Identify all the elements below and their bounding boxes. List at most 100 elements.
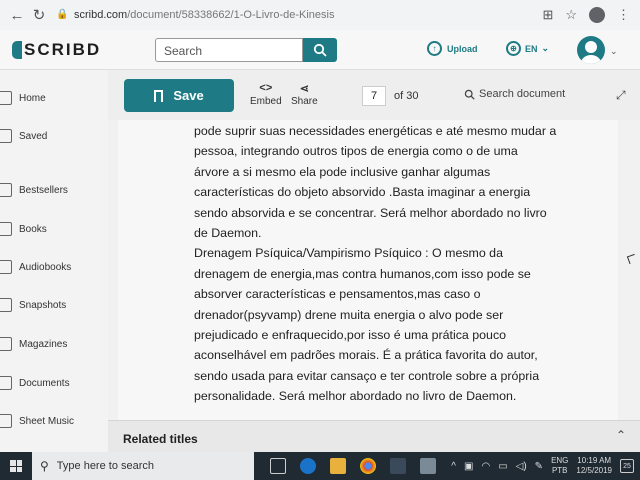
sidebar-item-sheet-music[interactable]: Sheet Music — [0, 411, 108, 431]
upload-arrow-icon: ↑ — [427, 41, 442, 56]
windows-logo-icon — [10, 460, 22, 472]
taskbar-search-input[interactable]: ⚲ Type here to search — [32, 452, 254, 480]
back-arrow-icon[interactable]: ← — [8, 6, 26, 24]
sidebar-item-label: Bestsellers — [19, 184, 68, 196]
pen-icon[interactable]: ✎ — [535, 461, 543, 472]
headphones-icon — [0, 260, 12, 274]
text-line: personalidade. Será melhor abordado no l… — [194, 389, 517, 404]
sidebar-item-label: Saved — [19, 130, 48, 142]
chevron-up-icon[interactable]: ⌃ — [616, 428, 626, 442]
sidebar-item-label: Magazines — [19, 338, 68, 350]
browser-toolbar: ← ↻ 🔒 scribd.com /document/58338662/1-O-… — [0, 0, 640, 30]
sidebar-item-snapshots[interactable]: Snapshots — [0, 295, 108, 315]
text-line: pessoa, integrando outros tipos de energ… — [194, 144, 518, 159]
embed-button[interactable]: <> Embed — [250, 82, 282, 107]
bookmark-star-icon[interactable]: ☆ — [565, 7, 577, 23]
language-label: EN — [525, 43, 538, 54]
browser-profile-icon[interactable] — [589, 7, 605, 23]
logo-text: SCRIBD — [24, 40, 102, 59]
sidebar-item-documents[interactable]: Documents — [0, 373, 108, 393]
file-explorer-icon[interactable] — [330, 458, 346, 474]
lang-top: ENG — [551, 456, 569, 465]
saved-icon — [0, 129, 12, 143]
text-line: pode suprir suas necessidades energética… — [194, 124, 557, 138]
system-tray: ^ ▣ ◠ ▭ ◁) ✎ ENG PTB 10:19 AM 12/5/2019 … — [451, 456, 640, 476]
edge-browser-icon[interactable] — [300, 458, 316, 474]
bestsellers-icon — [0, 183, 12, 197]
magazine-icon — [0, 337, 12, 351]
page-total: of 30 — [394, 90, 419, 102]
url-host: scribd.com — [74, 9, 128, 21]
text-line: drenagem de energia,mas contra humanos,c… — [194, 266, 531, 281]
wifi-icon[interactable]: ◠ — [481, 461, 490, 472]
reload-icon[interactable]: ↻ — [30, 6, 48, 24]
user-avatar[interactable] — [577, 36, 605, 64]
related-titles-bar[interactable]: Related titles ⌃ — [108, 420, 640, 452]
chevron-up-icon[interactable]: ^ — [451, 461, 456, 472]
address-bar[interactable]: 🔒 scribd.com /document/58338662/1-O-Livr… — [56, 4, 542, 26]
share-button[interactable]: ⋖ Share — [291, 82, 318, 107]
clock-time: 10:19 AM — [577, 456, 612, 465]
page-number-input[interactable]: 7 — [362, 86, 386, 106]
site-search-button[interactable] — [303, 38, 337, 62]
translate-icon[interactable]: ⊞ — [542, 7, 553, 23]
site-search-input[interactable]: Search — [155, 38, 303, 62]
share-icon: ⋖ — [299, 83, 309, 95]
text-line: sendo absorvida e se concentrar. Será me… — [194, 205, 547, 220]
document-page: pode suprir suas necessidades energética… — [118, 120, 618, 420]
fullscreen-icon[interactable]: ⤢ — [616, 88, 626, 103]
sidebar-item-magazines[interactable]: Magazines — [0, 334, 108, 354]
chrome-icon[interactable] — [360, 458, 376, 474]
sidebar-item-home[interactable]: Home — [0, 88, 108, 108]
sidebar-item-label: Books — [19, 223, 47, 235]
code-brackets-icon: <> — [259, 82, 273, 94]
taskbar-clock[interactable]: 10:19 AM 12/5/2019 — [576, 456, 612, 476]
sidebar-item-books[interactable]: Books — [0, 219, 108, 239]
app-icon[interactable] — [390, 458, 406, 474]
app-icon[interactable] — [420, 458, 436, 474]
notification-count: 25 — [623, 462, 631, 470]
text-line: sendo usada para evitar cansaço e ter co… — [194, 368, 540, 383]
sidebar-item-audiobooks[interactable]: Audiobooks — [0, 257, 108, 277]
search-icon: ⚲ — [40, 459, 49, 473]
scribd-logo[interactable]: SCRIBD — [12, 40, 101, 60]
sidebar-item-label: Sheet Music — [19, 415, 75, 427]
battery-icon[interactable]: ▭ — [498, 461, 507, 472]
taskbar-search-placeholder: Type here to search — [56, 460, 155, 472]
volume-icon[interactable]: ◁) — [516, 461, 527, 472]
site-header: SCRIBD Search ↑ Upload ⊕ EN ⌄ ⌄ — [0, 30, 640, 70]
save-button[interactable]: Save — [124, 79, 234, 112]
text-line: drenador(psyvamp) drene muita energia o … — [194, 307, 504, 322]
sidebar-item-bestsellers[interactable]: Bestsellers — [0, 180, 108, 200]
sidebar-item-saved[interactable]: Saved — [0, 126, 108, 146]
notification-center-icon[interactable]: 25 — [620, 459, 634, 473]
start-button[interactable] — [6, 452, 26, 480]
upload-label: Upload — [447, 43, 478, 54]
scribd-logo-icon — [12, 41, 22, 59]
language-selector[interactable]: ⊕ EN ⌄ — [506, 41, 549, 56]
avatar-chevron-down-icon[interactable]: ⌄ — [610, 46, 618, 57]
text-line: de Daemon. — [194, 226, 262, 241]
document-toolbar: Save <> Embed ⋖ Share 7 of 30 Search doc… — [108, 70, 640, 120]
tray-app-icon[interactable]: ▣ — [464, 461, 473, 472]
sidebar-item-label: Snapshots — [19, 299, 67, 311]
document-text: pode suprir suas necessidades energética… — [194, 121, 594, 407]
text-line: Drenagem Psíquica/Vampirismo Psíquico : … — [194, 246, 503, 261]
sidebar: Home Saved Bestsellers Books Audiobooks … — [0, 70, 108, 452]
save-label: Save — [173, 88, 204, 103]
upload-button[interactable]: ↑ Upload — [427, 41, 478, 56]
browser-menu-icon[interactable]: ⋮ — [617, 7, 630, 23]
related-titles-heading: Related titles — [123, 432, 198, 446]
sidebar-item-label: Audiobooks — [19, 261, 72, 273]
text-line: aconselhável em padrões morais. É a prát… — [194, 348, 538, 363]
home-icon — [0, 91, 12, 105]
text-line: árvore a si mesmo ela pode inclusive gan… — [194, 164, 491, 179]
lang-bottom: PTB — [551, 466, 568, 475]
input-language-indicator[interactable]: ENG PTB — [551, 456, 568, 476]
text-line: absorver características e pensamentos,m… — [194, 287, 481, 302]
globe-icon: ⊕ — [506, 41, 521, 56]
document-search[interactable]: Search document — [464, 88, 565, 100]
book-icon — [0, 222, 12, 236]
search-icon — [313, 43, 327, 57]
task-view-icon[interactable] — [270, 458, 286, 474]
